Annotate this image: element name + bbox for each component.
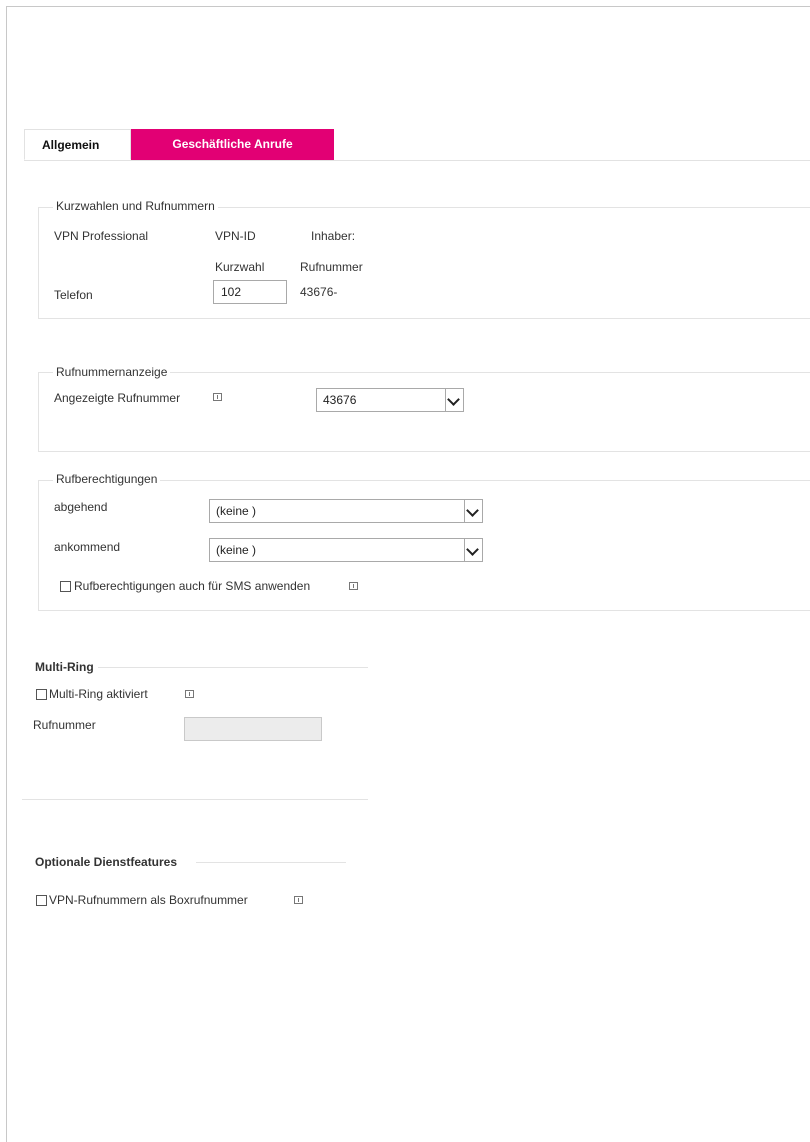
info-icon[interactable] [185, 690, 194, 698]
info-icon[interactable] [294, 896, 303, 904]
display-legend: Rufnummernanzeige [53, 365, 171, 379]
optional-divider [196, 862, 346, 863]
tab-geschaeftliche-anrufe[interactable]: Geschäftliche Anrufe [131, 129, 334, 160]
shortcuts-group [38, 207, 810, 319]
col-shortcut-header: Kurzwahl [215, 260, 265, 274]
optional-heading: Optionale Dienstfeatures [35, 855, 178, 869]
displayed-number-value: 43676 [323, 393, 357, 407]
telefon-label: Telefon [54, 288, 93, 302]
shortcuts-legend: Kurzwahlen und Rufnummern [53, 199, 218, 213]
multiring-checkbox[interactable] [36, 689, 47, 700]
chevron-down-icon [445, 389, 463, 411]
vpn-id-label: VPN-ID [215, 229, 256, 243]
outgoing-select[interactable]: (keine ) [209, 499, 483, 523]
multiring-heading: Multi-Ring [35, 660, 94, 674]
owner-label: Inhaber: [311, 229, 356, 243]
tab-allgemein[interactable]: Allgemein [24, 129, 131, 160]
shortcut-input[interactable]: 102 [213, 280, 287, 304]
multiring-number-label: Rufnummer [33, 718, 96, 732]
outgoing-value: (keine ) [216, 504, 257, 518]
box-number-checkbox[interactable] [36, 895, 47, 906]
info-icon[interactable] [213, 393, 222, 401]
chevron-down-icon [464, 500, 482, 522]
multiring-divider [98, 667, 368, 668]
tab-bar: Allgemein Geschäftliche Anrufe [24, 129, 810, 161]
display-group [38, 372, 810, 452]
info-icon[interactable] [349, 582, 358, 590]
product-label: VPN Professional [54, 229, 149, 243]
chevron-down-icon [464, 539, 482, 561]
box-number-label: VPN-Rufnummern als Boxrufnummer [49, 893, 248, 907]
incoming-value: (keine ) [216, 543, 257, 557]
displayed-number-label: Angezeigte Rufnummer [54, 391, 181, 405]
incoming-select[interactable]: (keine ) [209, 538, 483, 562]
sms-permissions-label: Rufberechtigungen auch für SMS anwenden [74, 579, 311, 593]
number-value: 43676- [300, 285, 338, 299]
incoming-label: ankommend [54, 540, 121, 554]
multiring-checkbox-label: Multi-Ring aktiviert [49, 687, 148, 701]
col-number-header: Rufnummer [300, 260, 363, 274]
permissions-legend: Rufberechtigungen [53, 472, 161, 486]
sms-permissions-checkbox[interactable] [60, 581, 71, 592]
section-divider [22, 799, 368, 800]
outgoing-label: abgehend [54, 500, 108, 514]
displayed-number-select[interactable]: 43676 [316, 388, 464, 412]
multiring-number-input[interactable] [184, 717, 322, 741]
